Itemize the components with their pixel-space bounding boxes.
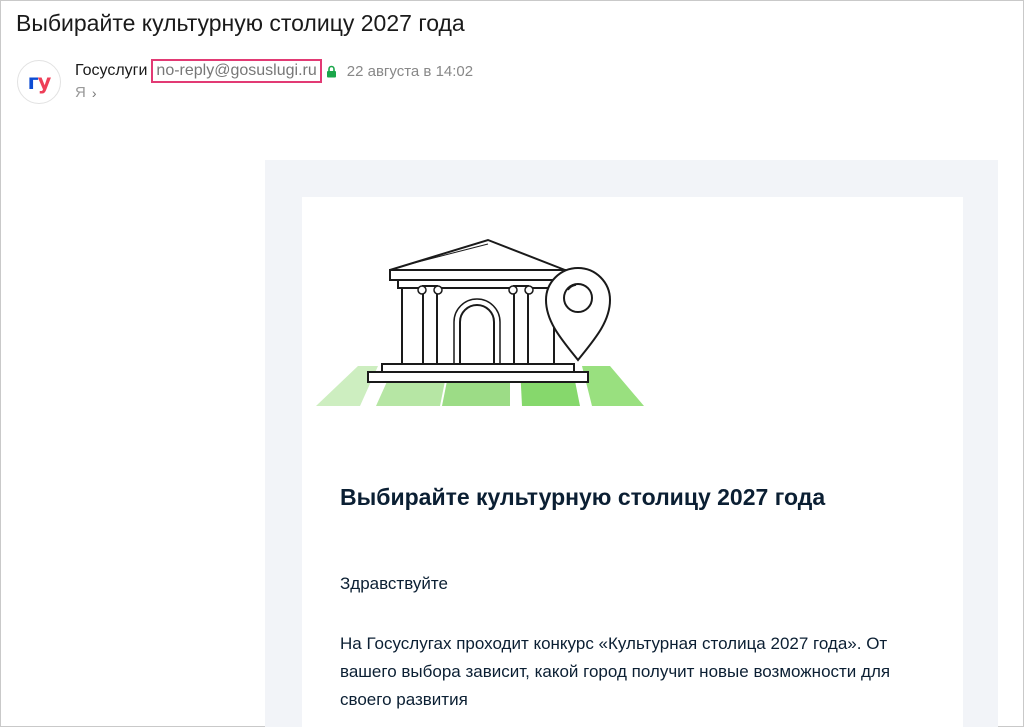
sender-name[interactable]: Госуслуги [75, 62, 147, 80]
recipient-line[interactable]: Я › [75, 84, 97, 101]
sender-avatar[interactable]: гу [17, 60, 61, 104]
sender-line: Госуслуги no-reply@gosuslugi.ru 22 авгус… [75, 59, 474, 83]
avatar-letter-g: г [27, 70, 39, 94]
recipient-name: Я [75, 84, 86, 101]
lock-icon [326, 65, 337, 78]
avatar-letter-u: у [37, 70, 52, 94]
sender-email[interactable]: no-reply@gosuslugi.ru [151, 59, 322, 83]
museum-with-map-pin-icon [310, 230, 650, 415]
content-paragraph: На Госуслугах проходит конкурс «Культурн… [340, 634, 891, 709]
chevron-right-icon[interactable]: › [92, 85, 97, 101]
content-greeting: Здравствуйте [340, 574, 448, 593]
content-heading: Выбирайте культурную столицу 2027 года [340, 484, 826, 510]
email-subject: Выбирайте культурную столицу 2027 года [16, 10, 465, 36]
email-date: 22 августа в 14:02 [346, 62, 474, 80]
